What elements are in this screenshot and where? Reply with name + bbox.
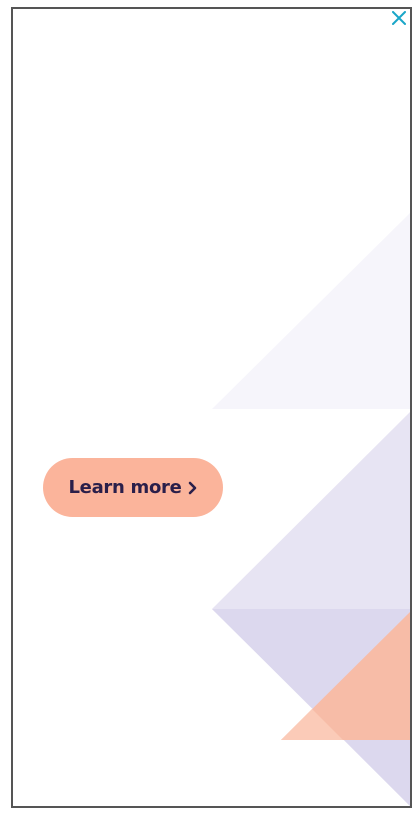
decorative-shapes	[212, 213, 410, 806]
learn-more-button[interactable]: Learn more	[43, 458, 223, 517]
faint-triangle-shape	[212, 213, 410, 409]
close-button[interactable]	[389, 8, 409, 28]
ad-container[interactable]: Learn more	[11, 7, 412, 808]
close-icon	[392, 11, 406, 25]
learn-more-label: Learn more	[68, 477, 182, 498]
chevron-right-icon	[188, 481, 198, 495]
